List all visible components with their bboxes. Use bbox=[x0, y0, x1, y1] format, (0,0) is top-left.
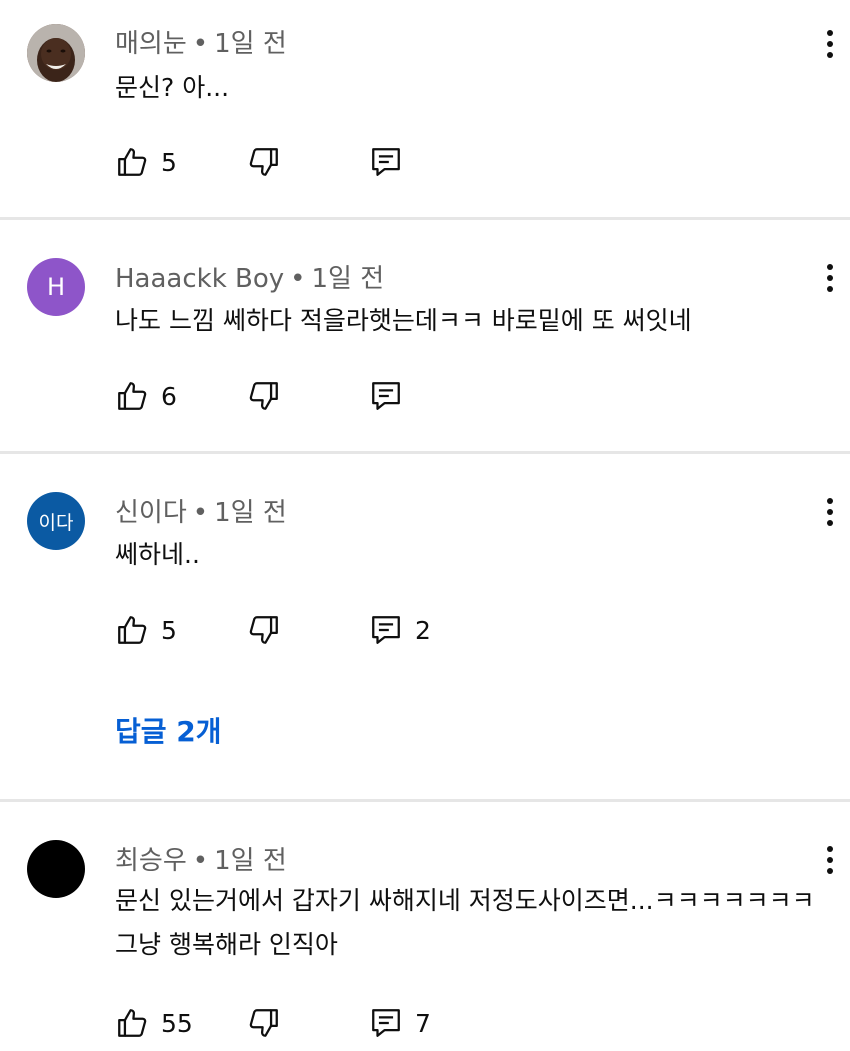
timestamp: 1일 전 bbox=[214, 846, 287, 876]
avatar[interactable]: H bbox=[27, 258, 85, 316]
like-button[interactable]: 55 bbox=[115, 1003, 193, 1043]
avatar[interactable] bbox=[27, 24, 85, 82]
comment-meta: 최승우 • 1일 전 bbox=[115, 840, 287, 877]
comment-actions: 5 2 bbox=[115, 610, 515, 650]
timestamp: 1일 전 bbox=[214, 498, 287, 528]
view-replies-link[interactable]: 답글 2개 bbox=[115, 710, 222, 750]
reply-button[interactable] bbox=[369, 142, 415, 182]
more-vert-icon bbox=[827, 846, 833, 852]
divider bbox=[0, 217, 850, 220]
avatar-photo-icon bbox=[27, 24, 85, 82]
avatar[interactable] bbox=[27, 840, 85, 898]
comment-text-line-2: 그냥 행복해라 인직아 bbox=[115, 930, 338, 959]
author-name[interactable]: 매의눈 bbox=[115, 29, 187, 59]
avatar-letter: H bbox=[46, 273, 66, 301]
dislike-button[interactable] bbox=[247, 610, 281, 650]
comment-text-line-1: 문신 있는거에서 갑자기 싸해지네 저정도사이즈면...ㅋㅋㅋㅋㅋㅋㅋ bbox=[115, 886, 815, 915]
like-button[interactable]: 6 bbox=[115, 376, 177, 416]
meta-separator: • bbox=[192, 498, 209, 528]
author-name[interactable]: 최승우 bbox=[115, 846, 187, 876]
more-options-button[interactable] bbox=[818, 24, 842, 64]
reply-button[interactable] bbox=[369, 376, 415, 416]
reply-count: 2 bbox=[415, 615, 431, 645]
more-options-button[interactable] bbox=[818, 492, 842, 532]
reply-count: 7 bbox=[415, 1008, 431, 1038]
comment-text: 문신? 아... bbox=[115, 73, 230, 102]
thumbs-down-icon bbox=[249, 616, 278, 644]
thumbs-up-icon bbox=[118, 1009, 147, 1037]
like-count: 5 bbox=[161, 147, 177, 177]
more-vert-icon bbox=[827, 30, 833, 36]
avatar-letter: 이다 bbox=[38, 511, 74, 534]
comment-text: 쎄하네.. bbox=[115, 540, 200, 569]
more-options-button[interactable] bbox=[818, 258, 842, 298]
avatar[interactable]: 이다 bbox=[27, 492, 85, 550]
like-count: 5 bbox=[161, 615, 177, 645]
reply-icon bbox=[372, 616, 400, 644]
comment-actions: 55 7 bbox=[115, 1003, 515, 1043]
comment-meta: Haaackk Boy • 1일 전 bbox=[115, 258, 384, 295]
divider bbox=[0, 451, 850, 454]
thumbs-up-icon bbox=[118, 148, 147, 176]
reply-icon bbox=[372, 382, 400, 410]
author-name[interactable]: Haaackk Boy bbox=[115, 264, 284, 294]
like-count: 6 bbox=[161, 381, 177, 411]
timestamp: 1일 전 bbox=[214, 29, 287, 59]
comment-actions: 5 bbox=[115, 142, 515, 182]
divider bbox=[0, 799, 850, 802]
reply-button[interactable]: 7 bbox=[369, 1003, 431, 1043]
comment-meta: 신이다 • 1일 전 bbox=[115, 492, 287, 529]
timestamp: 1일 전 bbox=[311, 264, 385, 294]
more-vert-icon bbox=[827, 498, 833, 504]
comment-actions: 6 bbox=[115, 376, 515, 416]
comment-text: 나도 느낌 쎄하다 적을라햇는데ㅋㅋ 바로밑에 또 써잇네 bbox=[115, 306, 692, 335]
more-options-button[interactable] bbox=[818, 840, 842, 880]
author-name[interactable]: 신이다 bbox=[115, 498, 187, 528]
reply-icon bbox=[372, 1009, 400, 1037]
like-button[interactable]: 5 bbox=[115, 610, 177, 650]
dislike-button[interactable] bbox=[247, 1003, 281, 1043]
thumbs-down-icon bbox=[249, 382, 278, 410]
thumbs-up-icon bbox=[118, 382, 147, 410]
meta-separator: • bbox=[192, 846, 209, 876]
meta-separator: • bbox=[192, 29, 209, 59]
meta-separator: • bbox=[290, 264, 306, 294]
reply-button[interactable]: 2 bbox=[369, 610, 431, 650]
thumbs-up-icon bbox=[118, 616, 147, 644]
thumbs-down-icon bbox=[249, 148, 278, 176]
like-count: 55 bbox=[161, 1008, 193, 1038]
dislike-button[interactable] bbox=[247, 142, 281, 182]
thumbs-down-icon bbox=[249, 1009, 278, 1037]
dislike-button[interactable] bbox=[247, 376, 281, 416]
more-vert-icon bbox=[827, 264, 833, 270]
comment-meta: 매의눈 • 1일 전 bbox=[115, 23, 287, 60]
like-button[interactable]: 5 bbox=[115, 142, 177, 182]
reply-icon bbox=[372, 148, 400, 176]
